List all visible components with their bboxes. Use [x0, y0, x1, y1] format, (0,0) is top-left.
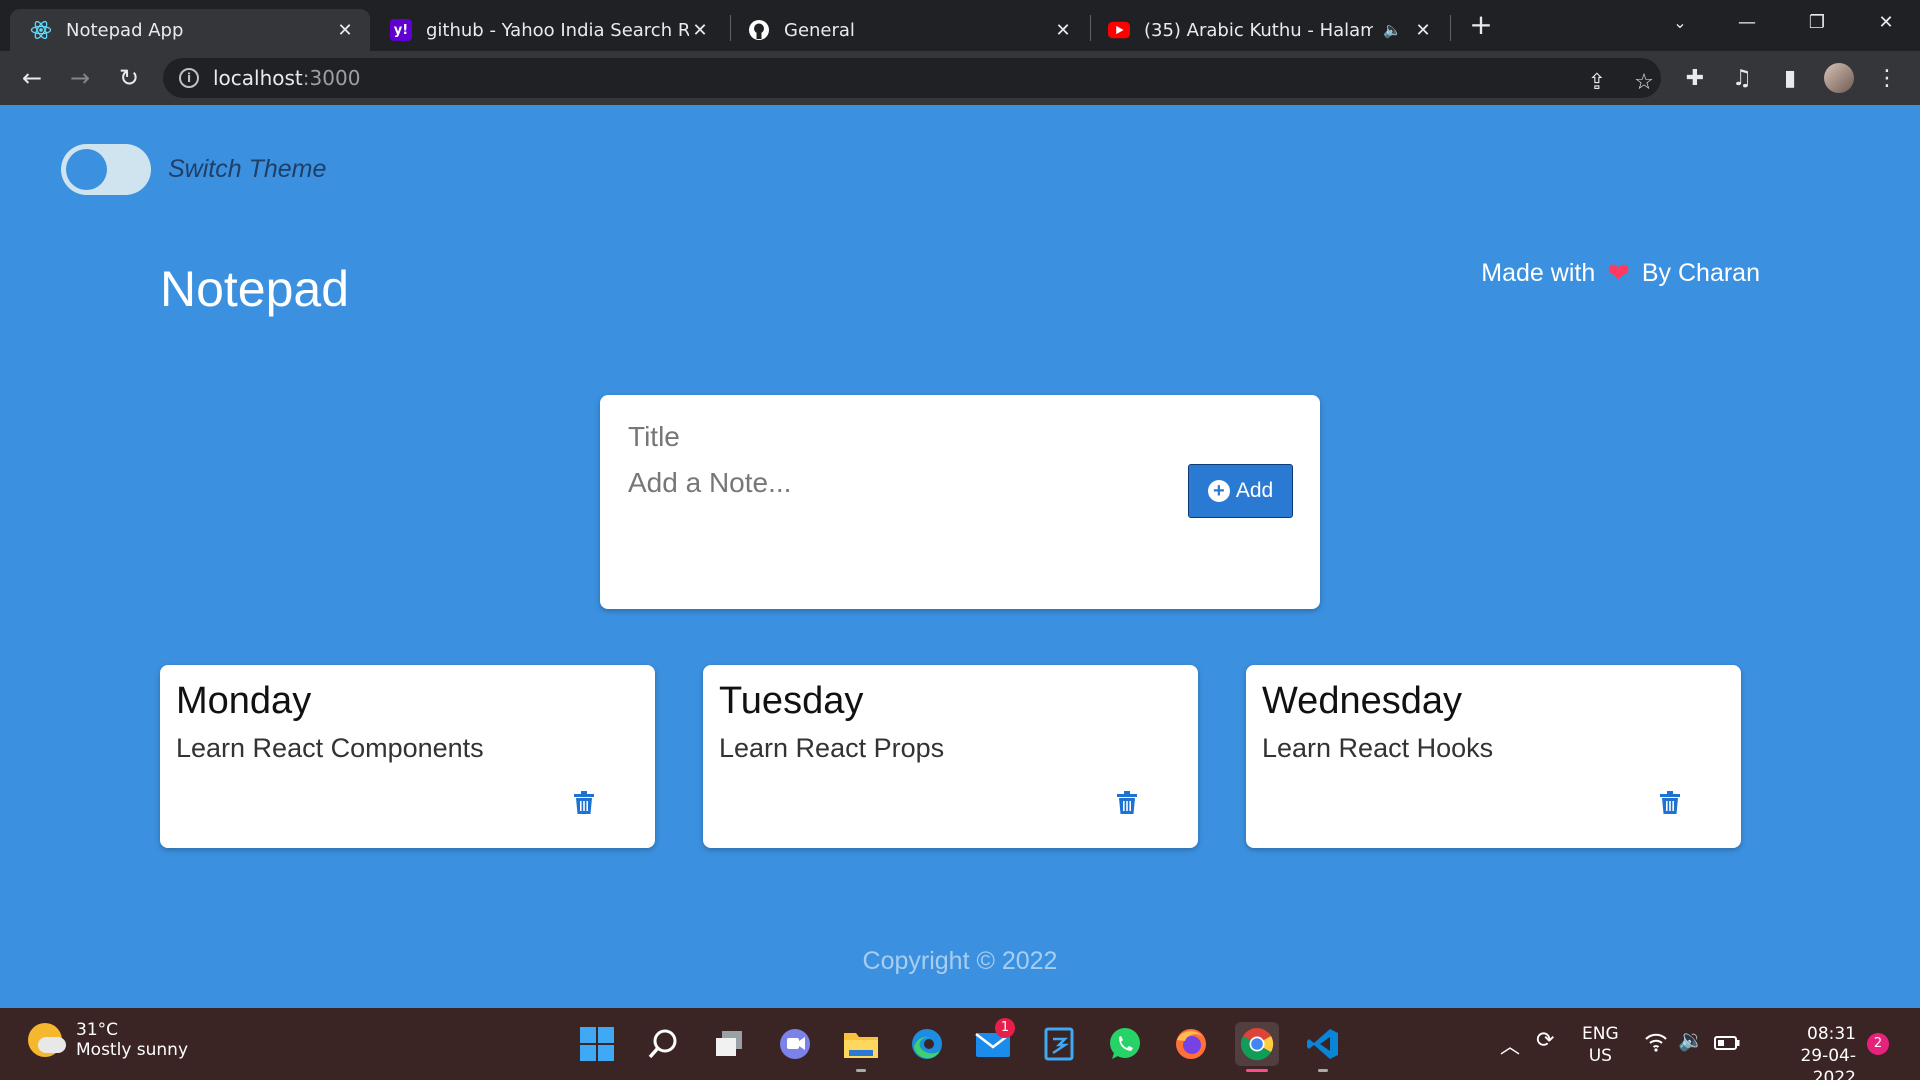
lang-region: US: [1588, 1046, 1612, 1066]
share-icon[interactable]: ⇪: [1583, 68, 1611, 96]
tab-close-icon[interactable]: ✕: [1412, 20, 1434, 41]
note-body: Learn React Hooks: [1262, 733, 1494, 763]
youtube-icon: [1108, 19, 1130, 41]
tab-close-icon[interactable]: ✕: [334, 20, 356, 41]
note-card: Wednesday Learn React Hooks: [1246, 665, 1741, 848]
mail-icon[interactable]: 1: [971, 1018, 1015, 1066]
note-card: Monday Learn React Components: [160, 665, 655, 848]
page-title: Notepad: [160, 261, 350, 317]
note-title: Tuesday: [719, 680, 864, 722]
tab-yahoo-search[interactable]: y! github - Yahoo India Search Resu ✕: [370, 9, 725, 51]
volume-icon[interactable]: 🔉: [1678, 1028, 1704, 1053]
site-info-icon[interactable]: i: [179, 68, 199, 88]
tab-strip: Notepad App ✕ y! github - Yahoo India Se…: [0, 0, 1920, 51]
copyright-text: Copyright © 2022: [862, 947, 1058, 975]
reload-icon[interactable]: ↻: [113, 62, 145, 94]
extensions-icon[interactable]: ✚: [1680, 63, 1710, 93]
trash-icon[interactable]: [1116, 791, 1138, 815]
vscode-icon[interactable]: [1301, 1022, 1345, 1072]
tab-title: Notepad App: [66, 19, 184, 41]
new-tab-icon[interactable]: +: [1465, 10, 1497, 42]
browser-toolbar: ← → ↻ i localhost:3000 ⇪ ☆ ✚ ♫ ▮ ⋮: [0, 51, 1920, 105]
mail-badge: 1: [995, 1018, 1015, 1038]
note-title: Wednesday: [1262, 680, 1462, 722]
forward-icon[interactable]: →: [64, 62, 96, 94]
tab-search-icon[interactable]: ⌄: [1658, 0, 1702, 44]
tab-youtube-video[interactable]: (35) Arabic Kuthu - Halamith 🔈 ✕: [1088, 9, 1448, 51]
media-controls-icon[interactable]: ♫: [1727, 63, 1757, 93]
plus-circle-icon: +: [1207, 480, 1230, 502]
start-windows-icon[interactable]: [575, 1022, 619, 1066]
react-icon: [30, 19, 52, 41]
tab-title: (35) Arabic Kuthu - Halamith: [1144, 19, 1374, 41]
search-icon[interactable]: [641, 1022, 685, 1066]
file-explorer-icon[interactable]: [839, 1022, 883, 1072]
restore-icon[interactable]: ❐: [1795, 0, 1839, 44]
note-input[interactable]: [628, 467, 1168, 557]
menu-kebab-icon[interactable]: ⋮: [1872, 63, 1902, 93]
wifi-icon[interactable]: [1644, 1032, 1668, 1057]
tab-title: github - Yahoo India Search Resu: [426, 19, 689, 41]
note-composer: + Add: [600, 395, 1320, 609]
chrome-icon[interactable]: [1235, 1022, 1279, 1072]
clock[interactable]: 08:31 29-04-2022: [1760, 1023, 1856, 1080]
note-card: Tuesday Learn React Props: [703, 665, 1198, 848]
weather-widget[interactable]: 31°C Mostly sunny: [28, 1020, 188, 1060]
sync-icon[interactable]: ⟳: [1536, 1028, 1554, 1053]
yahoo-icon: y!: [390, 19, 412, 41]
note-title: Monday: [176, 680, 312, 722]
running-indicator: [1246, 1069, 1268, 1072]
theme-label: Switch Theme: [168, 155, 327, 183]
trash-icon[interactable]: [1659, 791, 1681, 815]
profile-avatar[interactable]: [1824, 63, 1854, 93]
running-indicator: [1318, 1069, 1328, 1072]
tab-close-icon[interactable]: ✕: [1052, 20, 1074, 41]
notepad-page: Switch Theme Notepad Made with ❤ By Char…: [0, 105, 1920, 1008]
minimize-icon[interactable]: —: [1725, 0, 1769, 44]
edge-browser-icon[interactable]: [905, 1022, 949, 1066]
tab-notepad-app[interactable]: Notepad App ✕: [10, 9, 370, 51]
add-note-button[interactable]: + Add: [1188, 464, 1293, 518]
running-indicator: [856, 1069, 866, 1072]
show-hidden-icons-chevron-icon[interactable]: ︿: [1500, 1030, 1520, 1059]
credit-author: By Charan: [1641, 259, 1760, 287]
note-body: Learn React Props: [719, 733, 945, 763]
toggle-knob: [66, 149, 107, 190]
weather-temp: 31°C: [76, 1020, 119, 1040]
firefox-icon[interactable]: [1169, 1022, 1213, 1066]
speaker-icon[interactable]: 🔈: [1383, 21, 1402, 39]
heart-icon: ❤: [1607, 258, 1630, 288]
remote-desktop-icon[interactable]: [1037, 1022, 1081, 1066]
theme-toggle[interactable]: [61, 144, 151, 195]
taskbar: 31°C Mostly sunny 1 ︿ ⟳ ENG US 🔉 08:31 2…: [0, 1008, 1920, 1080]
add-button-label: Add: [1235, 479, 1274, 502]
address-bar[interactable]: i localhost:3000 ⇪ ☆: [163, 58, 1661, 98]
notification-badge[interactable]: 2: [1867, 1033, 1889, 1055]
tab-title: General: [784, 19, 855, 41]
whatsapp-icon[interactable]: [1103, 1022, 1147, 1066]
tab-close-icon[interactable]: ✕: [689, 20, 711, 41]
address-url: localhost:3000: [213, 66, 361, 90]
clock-time: 08:31: [1807, 1024, 1856, 1044]
tab-divider: [1450, 15, 1451, 41]
title-input[interactable]: [628, 421, 1128, 453]
weather-sun-icon: [28, 1023, 66, 1057]
note-body: Learn React Components: [176, 733, 484, 763]
battery-icon[interactable]: [1714, 1035, 1740, 1055]
trash-icon[interactable]: [573, 791, 595, 815]
back-icon[interactable]: ←: [16, 62, 48, 94]
tab-github-general[interactable]: General ✕: [728, 9, 1088, 51]
credit-line: Made with ❤ By Charan: [1481, 258, 1760, 289]
input-language[interactable]: ENG US: [1582, 1023, 1619, 1067]
task-view-icon[interactable]: [707, 1022, 751, 1066]
side-panel-icon[interactable]: ▮: [1775, 63, 1805, 93]
close-window-icon[interactable]: ✕: [1864, 0, 1908, 44]
bookmark-star-icon[interactable]: ☆: [1630, 68, 1658, 96]
credit-prefix: Made with: [1481, 259, 1596, 287]
weather-desc: Mostly sunny: [76, 1040, 189, 1060]
github-icon: [748, 19, 770, 41]
clock-date: 29-04-2022: [1800, 1046, 1856, 1080]
teams-chat-icon[interactable]: [773, 1022, 817, 1066]
lang-primary: ENG: [1582, 1024, 1619, 1044]
